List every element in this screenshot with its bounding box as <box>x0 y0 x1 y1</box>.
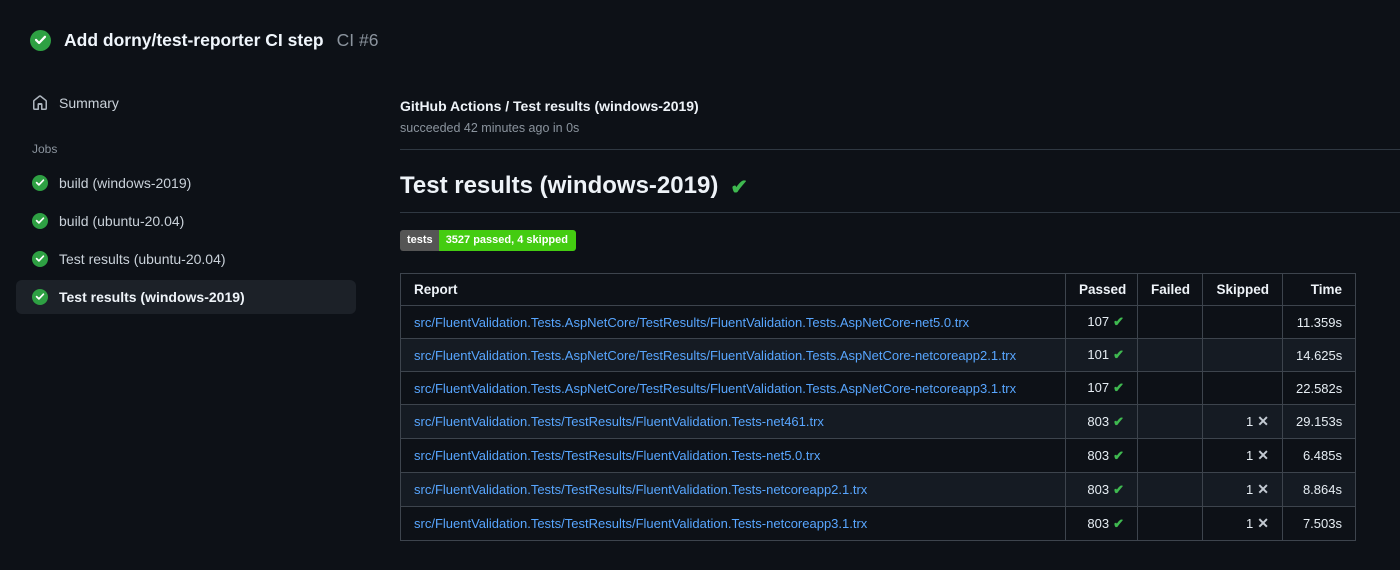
time-cell: 11.359s <box>1282 305 1356 339</box>
skipped-cell <box>1202 371 1283 405</box>
cross-icon: ✕ <box>1257 413 1269 429</box>
column-header-time: Time <box>1282 273 1356 306</box>
report-heading: Test results (windows-2019) ✔ <box>400 172 1400 213</box>
time-cell: 29.153s <box>1282 404 1356 439</box>
main-content: GitHub Actions / Test results (windows-2… <box>400 64 1400 541</box>
check-circle-icon <box>32 251 48 267</box>
sidebar-item-test-results-windows-2019[interactable]: Test results (windows-2019) <box>16 280 356 314</box>
failed-cell <box>1137 438 1203 473</box>
sidebar-item-test-results-ubuntu-20-04[interactable]: Test results (ubuntu-20.04) <box>16 242 356 276</box>
passed-cell: 803 ✔ <box>1065 472 1138 507</box>
sidebar-summary-label: Summary <box>59 95 119 111</box>
report-link[interactable]: src/FluentValidation.Tests/TestResults/F… <box>414 414 824 429</box>
cross-icon: ✕ <box>1257 515 1269 531</box>
check-circle-icon <box>32 213 48 229</box>
tests-badge-value: 3527 passed, 4 skipped <box>438 230 576 251</box>
run-title: Add dorny/test-reporter CI step <box>64 29 324 50</box>
check-icon: ✔ <box>1113 515 1124 531</box>
sidebar-item-label: build (windows-2019) <box>59 175 192 191</box>
sidebar-item-build-ubuntu-20-04[interactable]: build (ubuntu-20.04) <box>16 204 356 238</box>
table-row: src/FluentValidation.Tests/TestResults/F… <box>400 404 1356 439</box>
check-icon: ✔ <box>1113 413 1124 429</box>
table-row: src/FluentValidation.Tests/TestResults/F… <box>400 472 1356 507</box>
home-icon <box>32 95 48 111</box>
job-run-header: GitHub Actions / Test results (windows-2… <box>400 98 1400 150</box>
skipped-cell: 1 ✕ <box>1202 438 1283 473</box>
report-cell: src/FluentValidation.Tests/TestResults/F… <box>400 506 1066 541</box>
report-cell: src/FluentValidation.Tests.AspNetCore/Te… <box>400 338 1066 372</box>
skipped-cell <box>1202 305 1283 339</box>
report-cell: src/FluentValidation.Tests/TestResults/F… <box>400 404 1066 439</box>
report-link[interactable]: src/FluentValidation.Tests.AspNetCore/Te… <box>414 315 969 330</box>
table-row: src/FluentValidation.Tests/TestResults/F… <box>400 438 1356 473</box>
tests-badge-label: tests <box>400 230 439 251</box>
report-cell: src/FluentValidation.Tests.AspNetCore/Te… <box>400 371 1066 405</box>
cross-icon: ✕ <box>1257 447 1269 463</box>
column-header-report: Report <box>400 273 1066 306</box>
report-cell: src/FluentValidation.Tests/TestResults/F… <box>400 472 1066 507</box>
job-run-title: GitHub Actions / Test results (windows-2… <box>400 98 699 114</box>
passed-cell: 101 ✔ <box>1065 338 1138 372</box>
sidebar-item-label: build (ubuntu-20.04) <box>59 213 185 229</box>
table-row: src/FluentValidation.Tests.AspNetCore/Te… <box>400 371 1356 405</box>
sidebar-item-summary[interactable]: Summary <box>16 86 356 120</box>
passed-cell: 107 ✔ <box>1065 371 1138 405</box>
check-circle-icon <box>32 175 48 191</box>
time-cell: 22.582s <box>1282 371 1356 405</box>
passed-cell: 803 ✔ <box>1065 404 1138 439</box>
check-circle-icon <box>30 29 51 51</box>
check-icon: ✔ <box>1113 380 1124 395</box>
sidebar-item-build-windows-2019[interactable]: build (windows-2019) <box>16 166 356 200</box>
table-row: src/FluentValidation.Tests.AspNetCore/Te… <box>400 305 1356 339</box>
failed-cell <box>1137 404 1203 439</box>
report-link[interactable]: src/FluentValidation.Tests/TestResults/F… <box>414 482 867 497</box>
sidebar-item-label: Test results (windows-2019) <box>59 289 245 305</box>
skipped-cell: 1 ✕ <box>1202 404 1283 439</box>
report-cell: src/FluentValidation.Tests.AspNetCore/Te… <box>400 305 1066 339</box>
check-icon: ✔ <box>1113 447 1124 463</box>
sidebar: Summary Jobs build (windows-2019) build (… <box>0 64 400 318</box>
table-header-row: Report Passed Failed Skipped Time <box>400 273 1356 306</box>
table-row: src/FluentValidation.Tests/TestResults/F… <box>400 506 1356 541</box>
time-cell: 7.503s <box>1282 506 1356 541</box>
column-header-passed: Passed <box>1065 273 1138 306</box>
sidebar-item-label: Test results (ubuntu-20.04) <box>59 251 226 267</box>
failed-cell <box>1137 305 1203 339</box>
check-circle-icon <box>32 289 48 305</box>
skipped-cell: 1 ✕ <box>1202 472 1283 507</box>
check-icon: ✔ <box>1113 314 1124 329</box>
check-icon: ✔ <box>1113 347 1124 362</box>
passed-cell: 803 ✔ <box>1065 506 1138 541</box>
passed-cell: 107 ✔ <box>1065 305 1138 339</box>
check-icon: ✔ <box>1113 481 1124 497</box>
jobs-section-label: Jobs <box>32 142 58 156</box>
report-link[interactable]: src/FluentValidation.Tests/TestResults/F… <box>414 448 820 463</box>
report-link[interactable]: src/FluentValidation.Tests.AspNetCore/Te… <box>414 381 1016 396</box>
time-cell: 14.625s <box>1282 338 1356 372</box>
test-results-table: Report Passed Failed Skipped Time src/Fluent… <box>400 273 1356 541</box>
skipped-cell <box>1202 338 1283 372</box>
failed-cell <box>1137 371 1203 405</box>
report-link[interactable]: src/FluentValidation.Tests.AspNetCore/Te… <box>414 348 1016 363</box>
report-cell: src/FluentValidation.Tests/TestResults/F… <box>400 438 1066 473</box>
jobs-list: build (windows-2019) build (ubuntu-20.04)… <box>16 166 356 314</box>
run-number: CI #6 <box>336 29 379 50</box>
table-row: src/FluentValidation.Tests.AspNetCore/Te… <box>400 338 1356 372</box>
workflow-run-header: Add dorny/test-reporter CI step CI #6 <box>0 0 1400 64</box>
tests-badge: tests 3527 passed, 4 skipped <box>400 230 576 251</box>
failed-cell <box>1137 472 1203 507</box>
cross-icon: ✕ <box>1257 481 1269 497</box>
column-header-failed: Failed <box>1137 273 1203 306</box>
column-header-skipped: Skipped <box>1202 273 1283 306</box>
passed-cell: 803 ✔ <box>1065 438 1138 473</box>
time-cell: 6.485s <box>1282 438 1356 473</box>
failed-cell <box>1137 506 1203 541</box>
job-run-status: succeeded 42 minutes ago in 0s <box>400 121 580 135</box>
failed-cell <box>1137 338 1203 372</box>
report-link[interactable]: src/FluentValidation.Tests/TestResults/F… <box>414 516 867 531</box>
time-cell: 8.864s <box>1282 472 1356 507</box>
report-heading-text: Test results (windows-2019) <box>400 172 719 199</box>
skipped-cell: 1 ✕ <box>1202 506 1283 541</box>
heading-check-icon: ✔ <box>730 175 748 199</box>
